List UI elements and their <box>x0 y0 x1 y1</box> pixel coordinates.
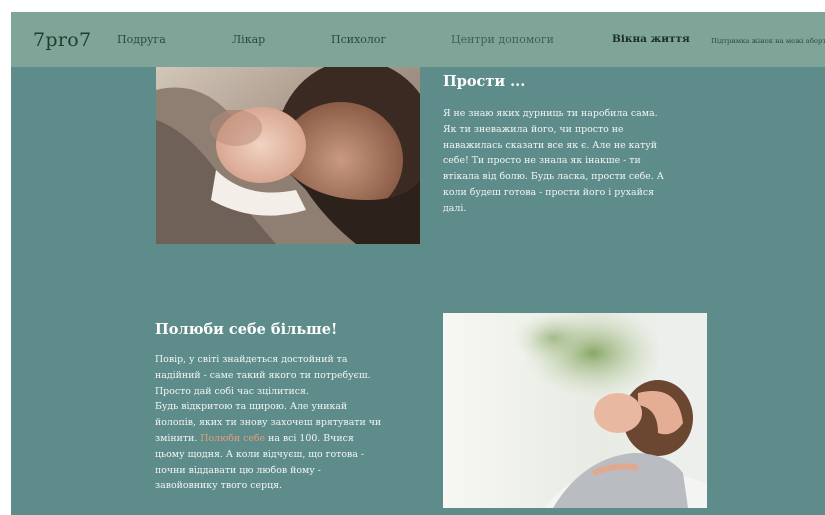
nav-item-windows-of-life[interactable]: Вікна життя <box>612 33 690 45</box>
paragraph-line: наважилась сказати все як є. Але не кату… <box>443 139 658 151</box>
text-fragment: на всі 100. Вчися <box>265 432 354 444</box>
love-yourself-link[interactable]: Полюби себе <box>200 433 265 444</box>
paragraph-line: Я не знаю яких дурниць ти наробила сама. <box>443 108 658 119</box>
site-logo[interactable]: 7pro7 <box>33 29 91 51</box>
top-navigation: 7pro7 Подруга Лікар Психолог Центри допо… <box>11 12 825 67</box>
text-fragment: змінити. <box>155 432 201 444</box>
paragraph-line: Повір, у світі знайдеться достойний та <box>155 354 348 365</box>
paragraph-line: Будь відкритою та щирою. Але уникай <box>155 401 348 413</box>
paragraph-line: завойовнику твого серця. <box>155 480 283 492</box>
love-yourself-paragraph: Повір, у світі знайдеться достойний та н… <box>155 352 381 494</box>
page: 7pro7 Подруга Лікар Психолог Центри допо… <box>11 12 825 515</box>
forgive-heading: Прости ... <box>443 73 526 90</box>
nav-item-doctor[interactable]: Лікар <box>232 33 265 46</box>
paragraph-line: себе! Ти просто не знала як інакше - ти <box>443 155 641 167</box>
paragraph-line: втікала від болю. Будь ласка, прости себ… <box>443 171 664 183</box>
father-with-newborn-photo <box>156 50 420 244</box>
paragraph-line: йолопів, яких ти знову захочеш врятувати… <box>155 417 382 429</box>
paragraph-line: почни віддавати цю любов йому - <box>155 464 321 476</box>
paragraph-line: коли будеш готова - прости його і рухайс… <box>443 186 655 198</box>
nav-item-psychologist[interactable]: Психолог <box>331 33 386 46</box>
paragraph-line: цьому щодня. А коли відчуєш, що готова - <box>155 448 365 460</box>
paragraph-line: змінити. Полюби себе на всі 100. Вчися <box>155 431 381 447</box>
nav-item-help-centers[interactable]: Центри допомоги <box>451 33 554 46</box>
paragraph-line: Просто дай собі час зцілитися. <box>155 385 309 397</box>
nav-item-support[interactable]: Підтримка жінок на межі аборту <box>711 37 825 45</box>
nav-item-friend[interactable]: Подруга <box>117 33 166 46</box>
paragraph-line: далі. <box>443 202 467 214</box>
love-yourself-heading: Полюби себе більше! <box>155 321 338 338</box>
paragraph-line: надійний - саме такий якого ти потребуєш… <box>155 369 371 381</box>
paragraph-line: Як ти зневажила його, чи просто не <box>443 123 624 135</box>
relaxed-woman-photo <box>443 313 707 508</box>
forgive-paragraph: Я не знаю яких дурниць ти наробила сама.… <box>443 106 664 217</box>
